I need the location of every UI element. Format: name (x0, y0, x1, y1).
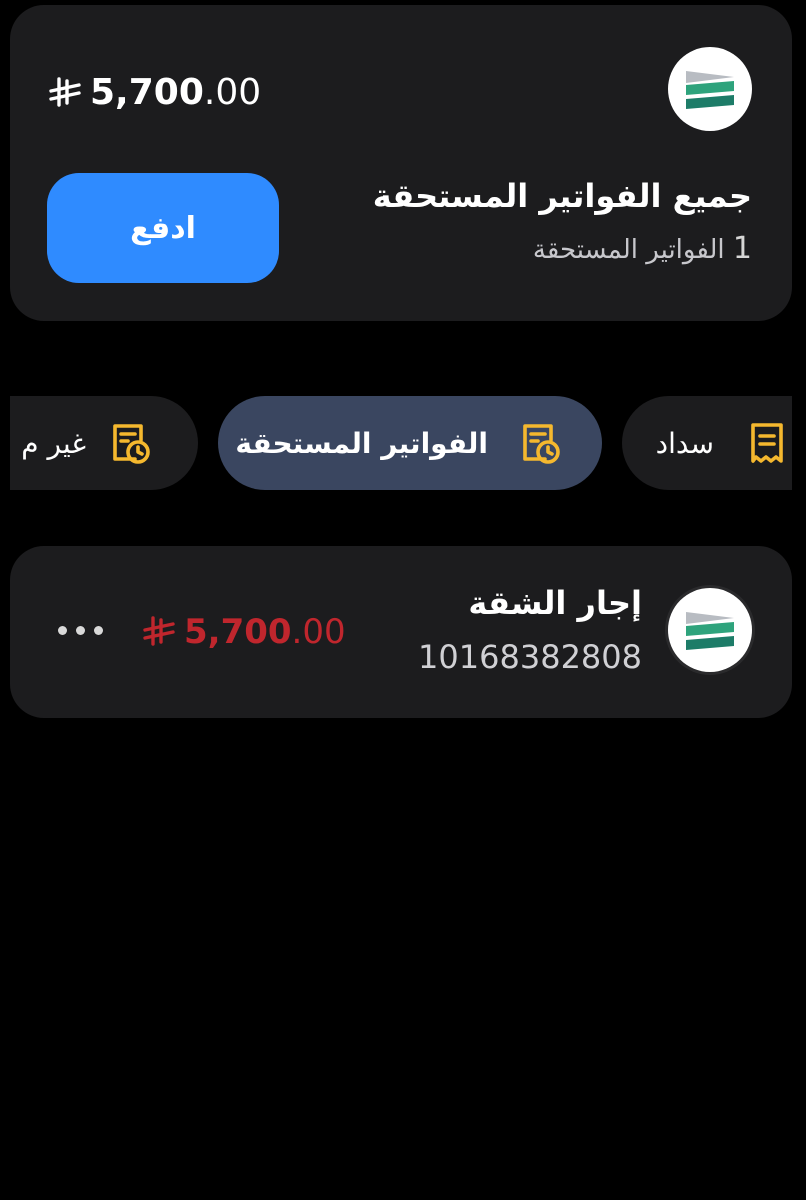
more-dots-icon (75, 625, 85, 635)
due-bills-count-label: الفواتير المستحقة (532, 235, 725, 265)
tab-other-label: غير م (21, 426, 86, 460)
total-due-amount-decimal: .00 (203, 72, 262, 113)
tab-sadad-label: سداد (655, 426, 714, 460)
due-bills-title: جميع الفواتير المستحقة (372, 177, 752, 215)
bill-amount-integer: 5,700 (184, 612, 292, 652)
biller-logo (668, 588, 752, 672)
bill-amount: 5,700.00 (142, 604, 346, 660)
bills-screen: 5,700.00 جميع الفواتير المستحقة 1 الفوات… (0, 0, 806, 1200)
tab-due-bills[interactable]: الفواتير المستحقة (218, 396, 602, 490)
total-due-amount: 5,700.00 (48, 65, 261, 121)
biller-logo-icon (686, 612, 734, 650)
total-due-amount-integer: 5,700 (90, 72, 204, 113)
more-dots-icon (93, 625, 103, 635)
more-options-button[interactable] (40, 608, 120, 652)
tab-due-bills-label: الفواتير المستحقة (235, 426, 488, 460)
biller-logo-icon (686, 71, 734, 109)
biller-logo (668, 47, 752, 131)
receipt-icon (751, 423, 783, 463)
saudi-riyal-icon (49, 77, 81, 107)
bill-amount-decimal: .00 (291, 612, 346, 652)
bill-name: إجار الشقة (468, 584, 642, 622)
due-bills-summary-card: 5,700.00 جميع الفواتير المستحقة 1 الفوات… (10, 5, 792, 321)
due-bill-clock-icon (113, 424, 150, 464)
tab-sadad[interactable]: سداد (622, 396, 792, 490)
due-bills-count-number: 1 (732, 231, 752, 266)
due-bill-clock-icon (523, 424, 560, 464)
bill-list-item[interactable]: إجار الشقة 10168382808 5,700.00 (10, 546, 792, 718)
pay-button[interactable]: ادفع (47, 173, 279, 283)
bill-number: 10168382808 (418, 638, 642, 676)
tab-other[interactable]: غير م (10, 396, 198, 490)
saudi-riyal-icon (143, 616, 175, 646)
due-bills-count: 1 الفواتير المستحقة (533, 231, 752, 266)
bill-filter-tabs: سداد الفواتير المستحقة غير م (10, 396, 792, 490)
more-dots-icon (57, 625, 67, 635)
